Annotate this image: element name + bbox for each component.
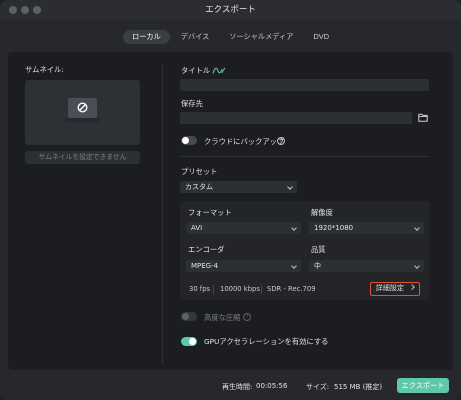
help-icon[interactable]: ? bbox=[243, 313, 251, 321]
help-icon[interactable]: ? bbox=[277, 137, 285, 145]
title-label: タイトル bbox=[181, 66, 211, 75]
tab-local[interactable]: ローカル bbox=[123, 30, 170, 44]
cloud-backup-label: クラウドにバックアップ bbox=[204, 137, 285, 146]
gpu-acceleration-label: GPUアクセラレーションを有効にする bbox=[204, 337, 329, 346]
advanced-compression-toggle[interactable] bbox=[181, 312, 197, 321]
quality-select[interactable]: 中 bbox=[309, 260, 424, 272]
tab-device[interactable]: デバイス bbox=[172, 30, 219, 44]
export-window: エクスポート ローカル デバイス ソーシャルメディア DVD サムネイル: サム… bbox=[0, 0, 461, 400]
resolution-value: 1920*1080 bbox=[314, 224, 354, 232]
quality-value: 中 bbox=[314, 262, 321, 270]
chevron-down-icon bbox=[291, 263, 297, 269]
preset-value: カスタム bbox=[185, 183, 213, 191]
fps-value: 30 fps bbox=[189, 285, 211, 293]
export-button[interactable]: エクスポート bbox=[397, 378, 449, 393]
chevron-down-icon bbox=[287, 184, 293, 190]
preset-label: プリセット bbox=[181, 167, 218, 176]
cloud-backup-toggle[interactable] bbox=[181, 136, 197, 145]
advanced-settings-button[interactable]: 詳細設定 bbox=[370, 282, 420, 296]
preset-select[interactable]: カスタム bbox=[180, 181, 297, 193]
window-title: エクスポート bbox=[205, 5, 256, 15]
chevron-down-icon bbox=[291, 225, 297, 231]
set-thumbnail-button[interactable]: サムネイルを設定できません bbox=[25, 151, 140, 164]
tab-dvd[interactable]: DVD bbox=[304, 30, 338, 44]
encoder-label: エンコーダ bbox=[188, 245, 225, 254]
title-bar: エクスポート bbox=[0, 0, 461, 20]
chevron-down-icon bbox=[414, 225, 420, 231]
thumbnail-label: サムネイル: bbox=[25, 65, 64, 74]
format-label: フォーマット bbox=[188, 208, 232, 217]
chevron-right-icon bbox=[409, 284, 415, 290]
no-thumbnail-icon bbox=[77, 102, 88, 113]
thumbnail-placeholder-base bbox=[65, 118, 100, 122]
duration-label: 再生時間: bbox=[222, 383, 253, 391]
summary-separator bbox=[261, 285, 262, 294]
advanced-settings-label: 詳細設定 bbox=[375, 284, 404, 292]
export-tabs: ローカル デバイス ソーシャルメディア DVD bbox=[123, 30, 338, 44]
title-input[interactable] bbox=[180, 79, 429, 91]
encoder-select[interactable]: MPEG-4 bbox=[186, 260, 301, 272]
save-location-label: 保存先 bbox=[181, 99, 203, 108]
quality-label: 品質 bbox=[311, 245, 326, 254]
encoder-value: MPEG-4 bbox=[191, 262, 219, 270]
folder-icon[interactable] bbox=[418, 113, 428, 122]
save-location-input[interactable] bbox=[180, 112, 412, 124]
gpu-acceleration-toggle[interactable] bbox=[181, 337, 197, 346]
format-select[interactable]: AVI bbox=[186, 222, 301, 234]
resolution-label: 解像度 bbox=[311, 208, 333, 217]
size-value: 515 MB (推定) bbox=[334, 383, 383, 391]
chevron-down-icon bbox=[414, 263, 420, 269]
thumbnail-preview bbox=[25, 80, 140, 145]
size-label: サイズ: bbox=[306, 383, 330, 391]
color-space-value: SDR - Rec.709 bbox=[267, 285, 316, 293]
column-divider bbox=[162, 64, 163, 364]
duration-value: 00:05:56 bbox=[256, 382, 288, 390]
summary-separator bbox=[213, 285, 214, 294]
resolution-select[interactable]: 1920*1080 bbox=[309, 222, 424, 234]
section-divider bbox=[180, 156, 429, 157]
tab-social-media[interactable]: ソーシャルメディア bbox=[220, 30, 302, 44]
ai-edit-icon[interactable] bbox=[212, 66, 226, 75]
format-value: AVI bbox=[191, 224, 203, 232]
bitrate-value: 10000 kbps bbox=[220, 285, 260, 293]
advanced-compression-label: 高度な圧縮 bbox=[204, 313, 241, 322]
